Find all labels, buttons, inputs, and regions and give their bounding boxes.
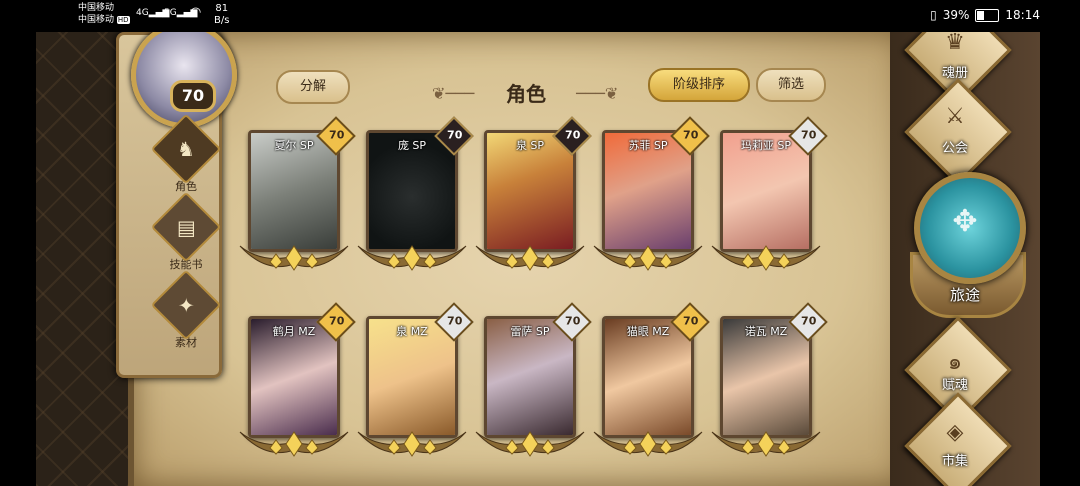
card-portrait-frame: 庞 SP <box>366 130 458 252</box>
soul-book-label: 魂册 <box>941 66 968 81</box>
battery-icon <box>975 8 1000 22</box>
card-portrait-frame: 猫眼 MZ <box>602 316 694 438</box>
laurel-ornament <box>357 431 467 457</box>
guild-label: 公会 <box>941 141 968 156</box>
guild-button[interactable] <box>904 78 1012 186</box>
sidebar-item-character[interactable]: ♞ 角色 <box>150 113 222 194</box>
character-card[interactable]: 猫眼 MZ 70 <box>593 302 710 457</box>
card-portrait-frame: 玛莉亚 SP <box>720 130 812 252</box>
guild-icon: ⚔ <box>945 104 965 129</box>
title-ornament-right: ───❦ <box>576 84 619 103</box>
carrier-line-2: 中国移动 <box>78 15 115 25</box>
battery-percent: 39% <box>942 8 970 22</box>
net-speed: 81 B/s <box>214 3 229 27</box>
carrier-line-1: 中国移动 <box>78 3 115 13</box>
character-level: 70 <box>447 314 463 328</box>
sidebar-item-material[interactable]: ✦ 素材 <box>150 269 222 350</box>
net-speed-unit: B/s <box>214 15 230 26</box>
title-ornament-left: ❦─── <box>432 84 475 103</box>
card-portrait-frame: 诺瓦 MZ <box>720 316 812 438</box>
market-label: 市集 <box>941 454 968 469</box>
card-portrait-frame: 泉 MZ <box>366 316 458 438</box>
sort-button[interactable]: 阶级排序 <box>648 68 750 102</box>
laurel-ornament <box>711 245 821 271</box>
compass-icon: ✥ <box>952 204 978 239</box>
journey-label: 旅途 <box>949 286 980 304</box>
page-title: 角色 <box>506 82 546 106</box>
decompose-button[interactable]: 分解 <box>276 70 350 104</box>
laurel-ornament <box>711 431 821 457</box>
character-card[interactable]: 泉 MZ 70 <box>357 302 474 457</box>
vibrate-icon: ▯ <box>930 8 937 22</box>
laurel-ornament <box>475 245 585 271</box>
character-level: 70 <box>683 314 699 328</box>
laurel-ornament <box>357 245 467 271</box>
character-level: 70 <box>565 128 581 142</box>
journey-button[interactable]: ✥ 旅途 <box>910 172 1026 318</box>
character-card[interactable]: 诺瓦 MZ 70 <box>711 302 828 457</box>
character-level: 70 <box>801 128 817 142</box>
character-icon: ♞ <box>150 113 222 185</box>
laurel-ornament <box>593 245 703 271</box>
laurel-ornament <box>239 431 349 457</box>
character-level: 70 <box>329 314 345 328</box>
sidebar-item-skillbook[interactable]: ▤ 技能书 <box>150 191 222 272</box>
system-status: ▯ 39% 18:14 <box>930 8 1040 22</box>
character-level: 70 <box>801 314 817 328</box>
player-level-badge: 70 <box>170 80 216 112</box>
character-card[interactable]: 雷萨 SP 70 <box>475 302 592 457</box>
character-card[interactable]: 苏菲 SP 70 <box>593 116 710 271</box>
wifi-icon: ◠ <box>190 5 202 20</box>
market-icon: ◈ <box>946 420 964 445</box>
laurel-ornament <box>593 431 703 457</box>
character-card[interactable]: 玛莉亚 SP 70 <box>711 116 828 271</box>
card-portrait-frame: 苏菲 SP <box>602 130 694 252</box>
character-level: 70 <box>447 128 463 142</box>
hd-badge: HD <box>116 16 130 24</box>
status-bar: 中国移动 中国移动 HD 4G▂▄▆ 5G▂▄▆ ◠ 81 B/s ▯ 39% … <box>0 0 1080 32</box>
character-level: 70 <box>329 128 345 142</box>
character-card[interactable]: 庞 SP 70 <box>357 116 474 271</box>
character-card[interactable]: 夏尔 SP 70 <box>239 116 356 271</box>
clock: 18:14 <box>1005 8 1040 22</box>
game-screen: 70 ♞ 角色 ▤ 技能书 ✦ 素材 分解 ❦─── 角色 ───❦ 阶级排序 … <box>36 32 1040 486</box>
character-level: 70 <box>683 128 699 142</box>
card-portrait-frame: 夏尔 SP <box>248 130 340 252</box>
material-icon: ✦ <box>150 269 222 341</box>
character-card[interactable]: 鹤月 MZ 70 <box>239 302 356 457</box>
character-level: 70 <box>565 314 581 328</box>
filter-button[interactable]: 筛选 <box>756 68 826 102</box>
card-portrait-frame: 鹤月 MZ <box>248 316 340 438</box>
card-portrait-frame: 泉 SP <box>484 130 576 252</box>
character-card[interactable]: 泉 SP 70 <box>475 116 592 271</box>
talent-label: 赋魂 <box>941 378 968 393</box>
card-portrait-frame: 雷萨 SP <box>484 316 576 438</box>
carrier-info: 中国移动 中国移动 HD <box>78 2 130 26</box>
skillbook-icon: ▤ <box>150 191 222 263</box>
laurel-ornament <box>475 431 585 457</box>
right-menu: ♛ 魂册 ⚔ 公会 ✥ 旅途 ๑ 赋魂 ◈ 市集 <box>890 32 1040 486</box>
net-speed-value: 81 <box>215 3 229 14</box>
laurel-ornament <box>239 245 349 271</box>
soul-book-icon: ♛ <box>945 32 965 55</box>
